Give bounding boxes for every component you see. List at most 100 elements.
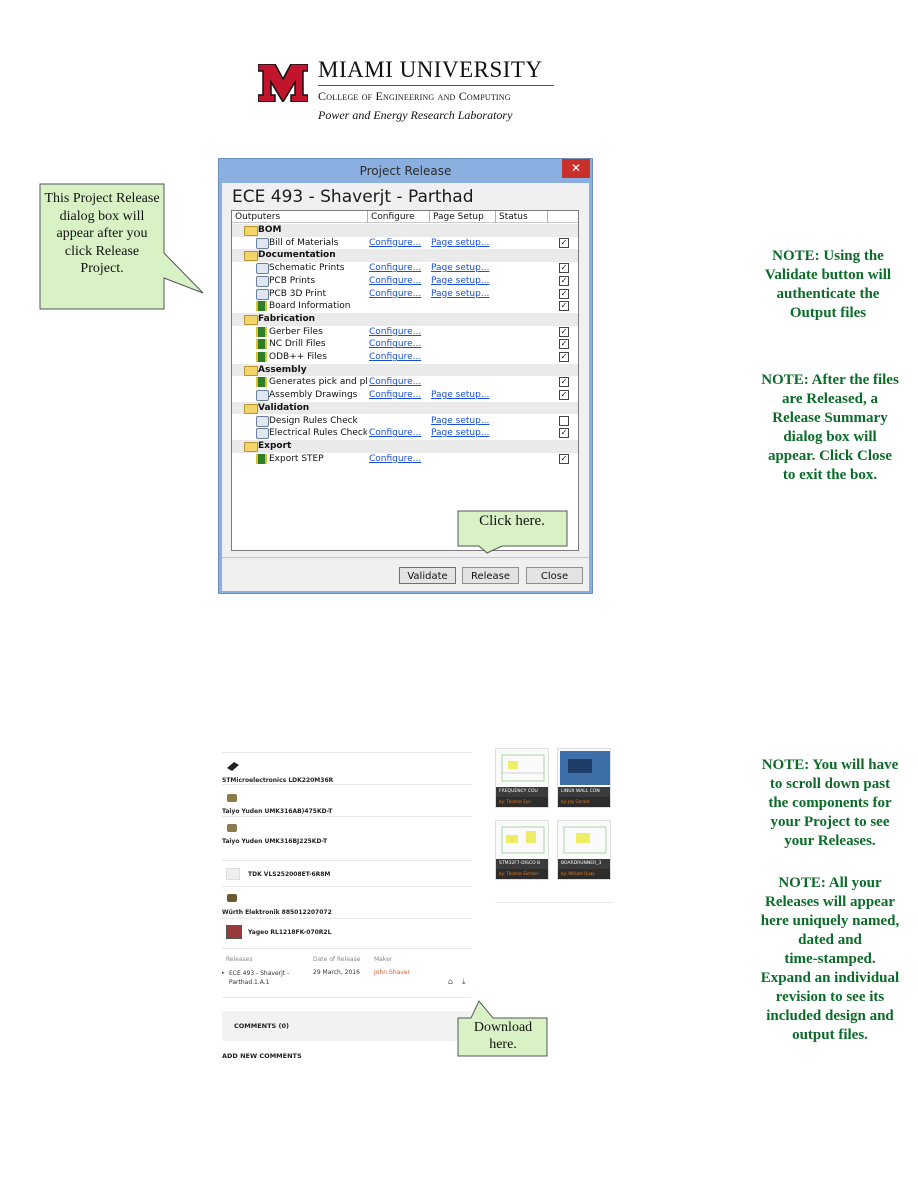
outputer-group-row[interactable]: Fabrication xyxy=(232,312,578,326)
outputer-row[interactable]: ODB++ Files Configure... ✓ xyxy=(232,351,578,364)
close-icon[interactable]: ✕ xyxy=(562,159,590,178)
enable-checkbox[interactable] xyxy=(559,415,569,426)
component-row[interactable]: Yageo RL1218FK-070R2L xyxy=(222,918,472,947)
component-name: Taiyo Yuden UMK316BJ225KD-T xyxy=(222,838,328,845)
outputer-row[interactable]: Board Information ✓ xyxy=(232,300,578,313)
enable-checkbox[interactable]: ✓ xyxy=(559,275,569,286)
chip-icon xyxy=(256,377,267,388)
configure-link[interactable]: Configure... xyxy=(369,376,421,388)
outputer-group-row[interactable]: Export xyxy=(232,439,578,453)
component-row[interactable]: Taiyo Yuden UMK316AB)475KD-T xyxy=(222,784,472,817)
configure-link[interactable]: Configure... xyxy=(369,389,421,401)
configure-link[interactable]: Configure... xyxy=(369,326,421,338)
component-row[interactable]: STMicroelectronics LDK220M36R xyxy=(222,752,472,785)
enable-checkbox[interactable]: ✓ xyxy=(559,301,569,312)
add-comments-label[interactable]: ADD NEW COMMENTS xyxy=(222,1052,302,1060)
close-button[interactable]: Close xyxy=(526,567,583,584)
configure-link[interactable]: Configure... xyxy=(369,262,421,274)
outputer-row[interactable]: NC Drill Files Configure... ✓ xyxy=(232,338,578,351)
chip-icon xyxy=(256,352,267,362)
outputer-group-row[interactable]: Assembly xyxy=(232,363,578,377)
release-web-page: STMicroelectronics LDK220M36R Taiyo Yude… xyxy=(222,752,472,1062)
configure-link[interactable]: Configure... xyxy=(369,453,421,465)
printer-icon xyxy=(256,415,269,427)
outputer-label: Assembly Drawings xyxy=(269,390,358,401)
ic-package-icon xyxy=(227,762,239,771)
divider xyxy=(222,948,472,949)
enable-checkbox[interactable]: ✓ xyxy=(559,377,569,388)
thumbnail-author: by: Jay Gerard xyxy=(558,797,610,807)
enable-checkbox[interactable]: ✓ xyxy=(559,352,569,362)
outputers-panel[interactable]: Outputers Configure Page Setup Status BO… xyxy=(231,210,579,551)
enable-checkbox[interactable]: ✓ xyxy=(559,390,569,401)
note-line: NOTE: Using the xyxy=(772,248,884,264)
project-thumbnail[interactable]: LINUX WALL CON by: Jay Gerard xyxy=(557,748,611,808)
enable-checkbox[interactable]: ✓ xyxy=(559,428,569,439)
printer-icon xyxy=(256,237,269,249)
page-setup-link[interactable]: Page setup... xyxy=(431,389,489,401)
component-row[interactable]: Würth Elektronik 885012207072 xyxy=(222,886,472,919)
note-line: dialog box will xyxy=(783,429,877,445)
outputer-row[interactable]: PCB Prints Configure... Page setup... ✓ xyxy=(232,275,578,288)
column-header-page-setup[interactable]: Page Setup xyxy=(430,211,496,223)
release-name[interactable]: ECE 493 - Shaverjt - Parthad.1.A.1 xyxy=(229,969,299,987)
capacitor-icon xyxy=(227,824,237,832)
configure-link[interactable]: Configure... xyxy=(369,351,421,363)
outputer-label: Generates pick and plac xyxy=(269,377,367,388)
thumbnail-author: by: William Quay xyxy=(558,869,610,879)
printer-icon xyxy=(256,263,269,275)
configure-link[interactable]: Configure... xyxy=(369,338,421,350)
outputer-row[interactable]: Gerber Files Configure... ✓ xyxy=(232,326,578,339)
column-header-configure[interactable]: Configure xyxy=(368,211,430,223)
chip-icon xyxy=(256,339,267,350)
release-button[interactable]: Release xyxy=(462,567,519,584)
component-row[interactable]: TDK VLS252008ET-6R8M xyxy=(222,860,472,887)
project-thumbnail[interactable]: FREQUENCY COU by: Thomas Eye xyxy=(495,748,549,808)
group-label: Export xyxy=(258,440,292,451)
release-maker[interactable]: John Shaver xyxy=(374,969,410,976)
outputer-row[interactable]: Assembly Drawings Configure... Page setup.… xyxy=(232,389,578,402)
outputer-group-row[interactable]: BOM xyxy=(232,224,578,237)
outputer-row[interactable]: Export STEP Configure... ✓ xyxy=(232,453,578,466)
outputer-row[interactable]: Electrical Rules Check Configure... Page s… xyxy=(232,427,578,440)
configure-link[interactable]: Configure... xyxy=(369,427,421,439)
configure-link[interactable]: Configure... xyxy=(369,237,421,249)
configure-link[interactable]: Configure... xyxy=(369,288,421,300)
outputer-row[interactable]: Bill of Materials Configure... Page setup.… xyxy=(232,237,578,250)
outputer-label: PCB Prints xyxy=(269,275,316,286)
page-setup-link[interactable]: Page setup... xyxy=(431,415,489,427)
page-setup-link[interactable]: Page setup... xyxy=(431,288,489,300)
capacitor-icon xyxy=(227,794,237,802)
expand-icon[interactable]: ▸ xyxy=(222,970,225,976)
page-setup-link[interactable]: Page setup... xyxy=(431,262,489,274)
thumbnail-author: by: Thomas Eye xyxy=(496,797,548,807)
component-row[interactable]: Taiyo Yuden UMK316BJ225KD-T xyxy=(222,816,472,851)
outputer-group-row[interactable]: Documentation xyxy=(232,249,578,263)
enable-checkbox[interactable]: ✓ xyxy=(559,263,569,274)
page-setup-link[interactable]: Page setup... xyxy=(431,427,489,439)
enable-checkbox[interactable]: ✓ xyxy=(559,326,569,337)
project-thumbnail[interactable]: STM32F7-DISCO B by: Thomas Eichner xyxy=(495,820,549,880)
download-icon[interactable]: ⤓ xyxy=(462,977,466,987)
validate-button[interactable]: Validate xyxy=(399,567,456,584)
project-thumbnail[interactable]: BOARDRUNNER_3 by: William Quay xyxy=(557,820,611,880)
column-header-status[interactable]: Status xyxy=(496,211,548,223)
project-name: ECE 493 - Shaverjt - Parthad xyxy=(232,187,474,207)
enable-checkbox[interactable]: ✓ xyxy=(559,237,569,248)
outputer-group-row[interactable]: Validation xyxy=(232,401,578,415)
enable-checkbox[interactable]: ✓ xyxy=(559,453,569,464)
outputer-row[interactable]: Generates pick and placConfigure... ✓ xyxy=(232,376,578,389)
open-icon[interactable]: ⌂ xyxy=(448,977,453,986)
outputer-row[interactable]: Design Rules Check Page setup... xyxy=(232,415,578,428)
note-line: NOTE: All your xyxy=(778,875,882,891)
column-header-outputers[interactable]: Outputers xyxy=(232,211,368,223)
page-setup-link[interactable]: Page setup... xyxy=(431,237,489,249)
enable-checkbox[interactable]: ✓ xyxy=(559,288,569,299)
enable-checkbox[interactable]: ✓ xyxy=(559,339,569,350)
outputer-row[interactable]: Schematic Prints Configure... Page setup..… xyxy=(232,262,578,275)
page-setup-link[interactable]: Page setup... xyxy=(431,275,489,287)
outputer-row[interactable]: PCB 3D Print Configure... Page setup... ✓ xyxy=(232,288,578,301)
footer-divider xyxy=(222,557,589,558)
printer-icon xyxy=(256,288,269,300)
configure-link[interactable]: Configure... xyxy=(369,275,421,287)
